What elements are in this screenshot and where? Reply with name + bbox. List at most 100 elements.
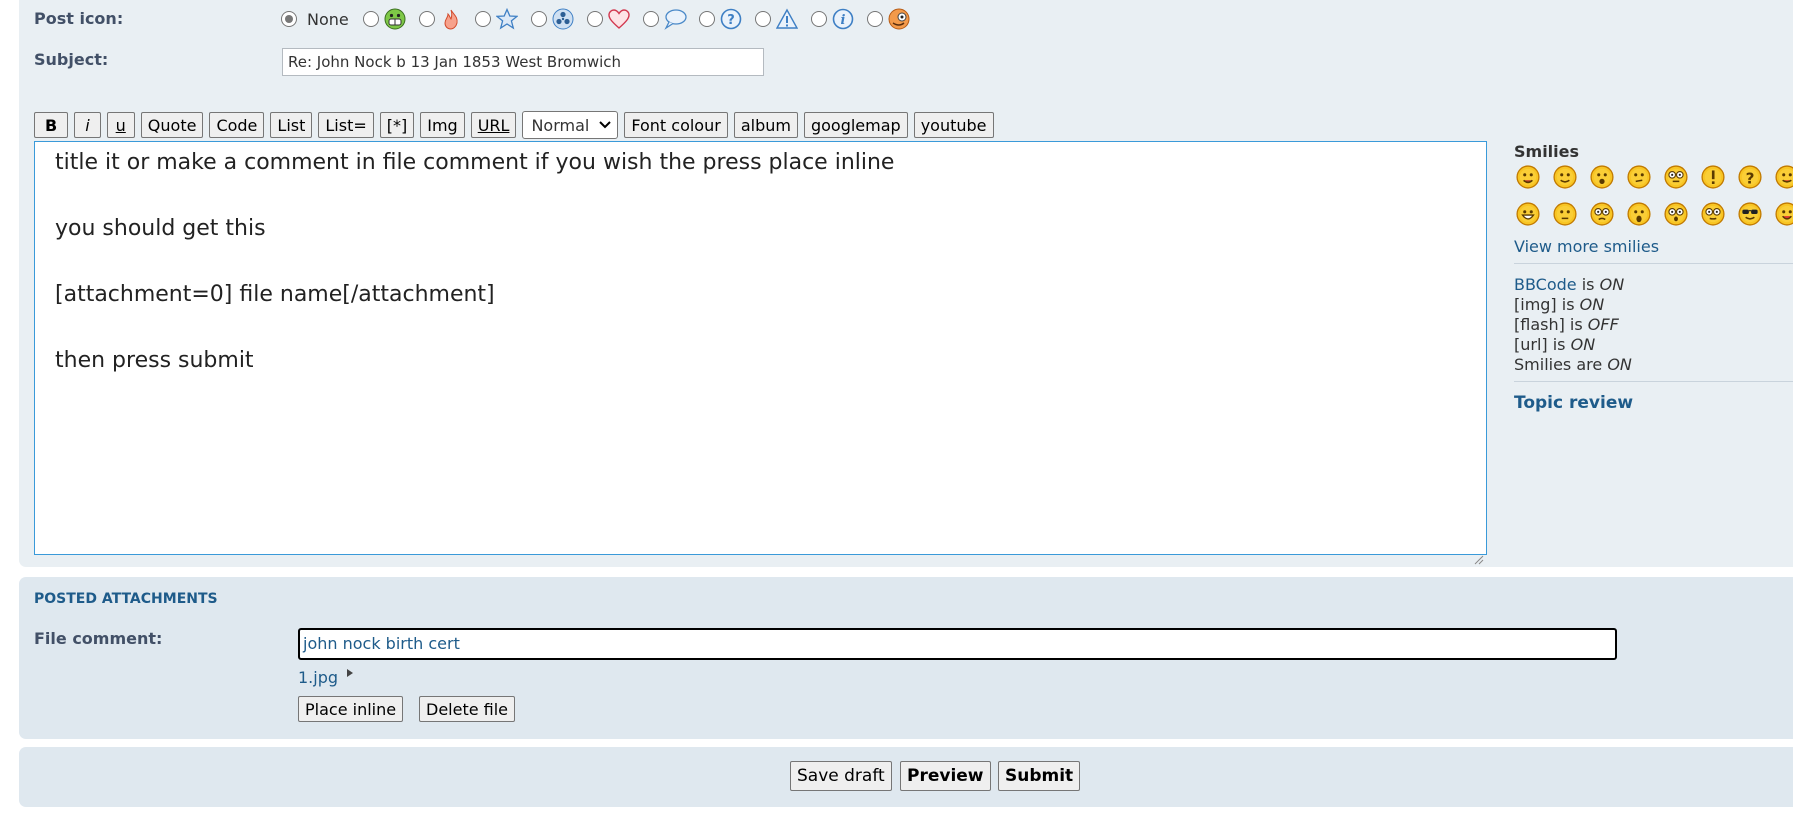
file-comment-value: john nock birth cert: [303, 634, 460, 653]
preview-button[interactable]: Preview: [900, 761, 991, 791]
bbcode-is-text: is: [1576, 275, 1600, 294]
confused-icon[interactable]: [1627, 164, 1664, 190]
radioactive-icon: [551, 7, 575, 31]
url-status: [url] is ON: [1514, 335, 1595, 355]
message-text: title it or make a comment in file comme…: [55, 150, 895, 373]
post-icon-none-label: None: [307, 9, 349, 29]
tongue-icon[interactable]: [1775, 201, 1793, 227]
flash-status: [flash] is OFF: [1514, 315, 1619, 335]
list-numbered-button[interactable]: List=: [318, 112, 374, 138]
surprised-icon[interactable]: [1590, 164, 1627, 190]
exclamation-icon[interactable]: [1701, 164, 1738, 190]
post-icon-radio[interactable]: [530, 11, 547, 27]
file-comment-label: File comment:: [34, 629, 163, 648]
warning-icon: [775, 7, 799, 31]
post-icon-radio[interactable]: [586, 11, 603, 27]
post-icon-none-radio[interactable]: [281, 11, 297, 27]
posted-attachments-title: POSTED ATTACHMENTS: [34, 591, 218, 607]
view-more-smilies-link[interactable]: View more smilies: [1514, 237, 1659, 256]
bold-button[interactable]: B: [34, 112, 69, 138]
post-icon-options: None ? i: [281, 7, 923, 31]
img-status: [img] is ON: [1514, 295, 1604, 315]
post-icon-radio[interactable]: [362, 11, 379, 27]
flash-status-label: [flash] is: [1514, 315, 1588, 334]
post-icon-label: Post icon:: [34, 9, 124, 28]
list-item-button[interactable]: [*]: [379, 112, 415, 138]
message-textarea[interactable]: title it or make a comment in file comme…: [34, 141, 1487, 565]
quote-button[interactable]: Quote: [140, 112, 204, 138]
smilies-row-1: ?: [1516, 164, 1793, 190]
neutral-icon[interactable]: [1553, 201, 1590, 227]
googlemap-button[interactable]: googlemap: [803, 112, 908, 138]
laugh-icon[interactable]: [1516, 201, 1553, 227]
chevron-down-icon: [599, 118, 612, 132]
grin-icon: [383, 7, 407, 31]
mrgreen-icon: [887, 7, 911, 31]
font-size-value: Normal: [531, 115, 590, 135]
bbcode-value: ON: [1599, 275, 1625, 294]
save-draft-button[interactable]: Save draft: [790, 761, 892, 791]
fire-icon: [439, 7, 463, 31]
resize-handle-icon[interactable]: [1474, 542, 1484, 565]
smilies-title: Smilies: [1514, 142, 1580, 161]
attachment-file-link[interactable]: 1.jpg: [298, 668, 338, 687]
bbcode-status: BBCode is ON: [1514, 275, 1624, 295]
delete-file-button[interactable]: Delete file: [419, 696, 516, 722]
bbcode-toolbar: B i u Quote Code List List= [*] Img URL …: [34, 111, 1000, 139]
subject-label: Subject:: [34, 50, 109, 69]
razz-icon[interactable]: [1775, 164, 1793, 190]
url-status-label: [url] is: [1514, 335, 1571, 354]
bbcode-link[interactable]: BBCode: [1514, 275, 1577, 294]
shocked-icon[interactable]: [1627, 201, 1664, 227]
rolleyes-icon[interactable]: [1701, 201, 1738, 227]
smile-icon[interactable]: [1516, 164, 1553, 190]
sidebar-divider: [1514, 263, 1793, 264]
heart-icon: [607, 7, 631, 31]
file-comment-input[interactable]: john nock birth cert: [298, 628, 1617, 660]
star-icon: [495, 7, 519, 31]
eek-icon[interactable]: [1664, 201, 1701, 227]
list-button[interactable]: List: [270, 112, 313, 138]
post-icon-radio[interactable]: [866, 11, 883, 27]
post-icon-radio[interactable]: [810, 11, 827, 27]
submit-button[interactable]: Submit: [998, 761, 1081, 791]
smilies-status-value: ON: [1607, 355, 1632, 374]
sidebar-divider: [1514, 381, 1793, 382]
youtube-button[interactable]: youtube: [913, 112, 994, 138]
question-icon: ?: [719, 7, 743, 31]
wink-icon[interactable]: [1553, 164, 1590, 190]
post-icon-radio[interactable]: [418, 11, 435, 27]
geek-icon[interactable]: [1664, 164, 1701, 190]
speech-bubble-icon: [663, 7, 687, 31]
svg-text:?: ?: [727, 13, 735, 28]
font-colour-button[interactable]: Font colour: [624, 112, 728, 138]
img-status-label: [img] is: [1514, 295, 1580, 314]
flash-status-value: OFF: [1587, 315, 1619, 334]
url-status-value: ON: [1570, 335, 1596, 354]
font-size-select[interactable]: Normal: [522, 111, 619, 139]
smilies-status: Smilies are ON: [1514, 355, 1632, 375]
svg-text:?: ?: [1746, 170, 1755, 188]
subject-input[interactable]: [282, 48, 764, 76]
post-icon-radio[interactable]: [698, 11, 715, 27]
underline-button[interactable]: u: [106, 112, 135, 138]
img-status-value: ON: [1579, 295, 1605, 314]
svg-text:i: i: [840, 13, 845, 28]
topic-review-link[interactable]: Topic review: [1514, 393, 1633, 413]
ugeek-icon[interactable]: [1590, 201, 1627, 227]
italic-button[interactable]: i: [74, 112, 101, 138]
post-icon-radio[interactable]: [642, 11, 659, 27]
post-icon-radio[interactable]: [474, 11, 491, 27]
post-icon-radio[interactable]: [754, 11, 771, 27]
img-button[interactable]: Img: [420, 112, 465, 138]
info-icon: i: [831, 7, 855, 31]
arrow-right-icon: [346, 668, 354, 681]
smilies-row-2: [1516, 201, 1793, 227]
place-inline-button[interactable]: Place inline: [298, 696, 404, 722]
smilies-status-label: Smilies are: [1514, 355, 1608, 374]
question-smiley-icon[interactable]: ?: [1738, 164, 1775, 190]
cool-icon[interactable]: [1738, 201, 1775, 227]
url-button[interactable]: URL: [470, 112, 517, 138]
code-button[interactable]: Code: [209, 112, 265, 138]
album-button[interactable]: album: [733, 112, 798, 138]
